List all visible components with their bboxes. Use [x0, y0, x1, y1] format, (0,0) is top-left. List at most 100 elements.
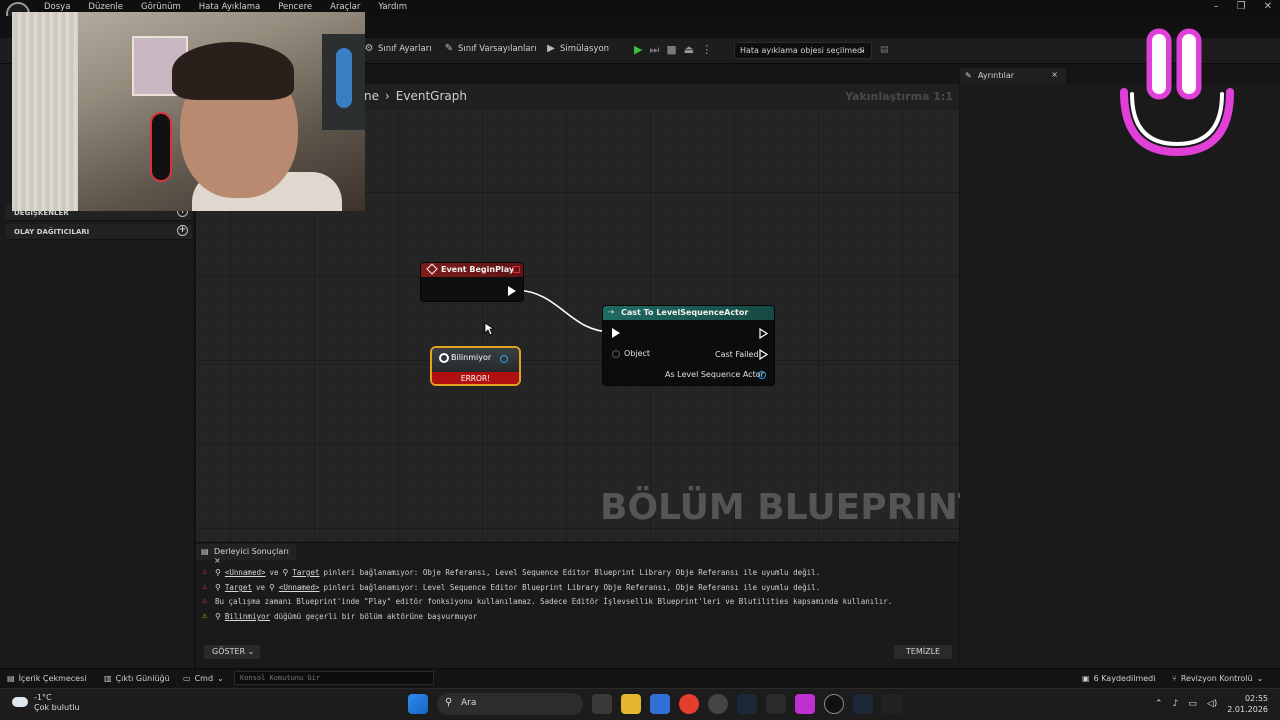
chevron-up-icon[interactable]: ⌃ [1155, 699, 1163, 709]
show-button[interactable]: GÖSTER ⌄ [204, 645, 260, 659]
compiler-results-tab[interactable]: ▤ Derleyici Sonuçları × [196, 544, 296, 565]
error-icon: ⚠ [202, 582, 208, 592]
close-icon[interactable]: × [1051, 70, 1058, 79]
message-link[interactable]: Bilinmiyor [225, 612, 270, 621]
node-title: Cast To LevelSequenceActor [621, 308, 749, 317]
delegate-pin-icon[interactable] [513, 266, 520, 273]
volume-icon[interactable]: ◁) [1207, 699, 1217, 709]
webcam-hair [172, 42, 294, 100]
search-icon: ⚲ [215, 612, 221, 621]
compiler-message[interactable]: ⚠ Bu çalışma zamanı Blueprint'inde "Play… [202, 596, 893, 607]
node-title: Bilinmiyor [451, 353, 492, 362]
node-event-beginplay[interactable]: Event BeginPlay [420, 262, 524, 302]
weather-widget[interactable]: -1°C Çok bulutlu [12, 693, 80, 713]
cmd-button[interactable]: ▭ Cmd ⌄ [183, 674, 224, 683]
search-icon: ⚲ [268, 583, 275, 592]
compiler-message[interactable]: ⚠ ⚲ Bilinmiyor düğümü geçerli bir bölüm … [202, 611, 477, 622]
cloud-icon [12, 697, 28, 707]
webcam-overlay [12, 12, 365, 211]
message-text: pinleri bağlanamıyor: Obje Referansı, Le… [323, 568, 821, 577]
clear-button[interactable]: TEMİZLE [894, 645, 952, 659]
temperature-label: -1°C [34, 693, 52, 702]
task-view-icon[interactable] [592, 694, 612, 714]
close-icon[interactable]: × [214, 556, 221, 565]
revision-control-button[interactable]: ⑂ Revizyon Kontrolü ⌄ [1172, 674, 1263, 683]
search-label: Ara [461, 698, 477, 708]
event-icon [426, 263, 438, 275]
compiler-results-label: Derleyici Sonuçları [214, 547, 289, 556]
content-drawer-button[interactable]: ▤ İçerik Çekmecesi [7, 674, 87, 683]
exec-out-pin[interactable] [759, 328, 769, 339]
compiler-message[interactable]: ⚠ ⚲ <Unnamed> ve ⚲ Target pinleri bağlan… [202, 568, 821, 578]
unsaved-icon: ▣ [1082, 674, 1090, 683]
chevron-down-icon: ⌄ [1256, 674, 1264, 683]
search-icon: ⚲ [215, 583, 221, 592]
weather-label: Çok bulutlu [34, 703, 80, 712]
unsaved-button[interactable]: ▣ 6 Kaydedilmedi [1082, 674, 1155, 683]
exec-out-pin[interactable] [508, 286, 516, 296]
cmd-icon: ▭ [183, 674, 191, 683]
search-icon: ⚲ [445, 697, 453, 708]
error-icon: ⚠ [202, 596, 208, 606]
taskbar-search[interactable]: ⚲ Ara [437, 693, 583, 715]
compiler-message[interactable]: ⚠ ⚲ Target ve ⚲ <Unnamed> pinleri bağlan… [202, 582, 821, 593]
output-pin[interactable] [500, 355, 508, 363]
message-link[interactable]: <Unnamed> [279, 583, 320, 592]
windows-start-icon[interactable] [408, 694, 428, 714]
details-icon: ✎ [965, 71, 972, 80]
store-icon[interactable] [650, 694, 670, 714]
object-pin-label: Object [624, 349, 651, 358]
app-icon[interactable] [795, 694, 815, 714]
epic-games-icon[interactable] [766, 694, 786, 714]
steam-icon[interactable] [737, 694, 757, 714]
snipping-icon[interactable] [882, 694, 902, 714]
chrome-icon[interactable] [679, 694, 699, 714]
console-command-input[interactable] [234, 671, 434, 685]
warning-icon: ⚠ [202, 611, 208, 621]
microphone-icon[interactable]: ♪ [1173, 699, 1179, 709]
message-link[interactable]: <Unnamed> [225, 568, 266, 577]
cast-icon: ⇢ [608, 308, 614, 316]
node-unknown-error[interactable]: Bilinmiyor ERROR! [430, 346, 521, 386]
node-cast-to-levelsequenceactor[interactable]: ⇢ Cast To LevelSequenceActor Object Cast… [602, 305, 775, 386]
results-icon: ▤ [201, 547, 209, 556]
file-explorer-icon[interactable] [621, 694, 641, 714]
cast-failed-pin[interactable] [759, 349, 769, 360]
exec-in-pin[interactable] [612, 328, 620, 338]
search-icon: ⚲ [215, 568, 221, 577]
message-text: Bu çalışma zamanı Blueprint'inde "Play" … [215, 597, 893, 606]
network-icon[interactable]: ▭ [1188, 699, 1197, 709]
as-level-sequence-actor-pin[interactable] [758, 371, 766, 379]
node-title: Event BeginPlay [441, 265, 515, 274]
error-banner: ERROR! [432, 372, 519, 384]
as-level-sequence-actor-label: As Level Sequence Actor [665, 370, 764, 379]
message-text: ve [269, 568, 279, 577]
message-link[interactable]: Target [225, 583, 252, 592]
steam-app-icon[interactable] [853, 694, 873, 714]
object-pin[interactable] [612, 350, 620, 358]
windows-taskbar: -1°C Çok bulutlu ⚲ Ara ⌃ ♪ ▭ ◁) 02:55 2.… [0, 688, 1280, 720]
node-body: Bilinmiyor [432, 348, 519, 372]
node-ring-icon [439, 353, 449, 363]
output-log-icon: ▥ [104, 674, 112, 683]
github-icon[interactable] [708, 694, 728, 714]
webcam-parrot-poster [322, 34, 365, 130]
show-button-label: GÖSTER [212, 647, 246, 656]
unreal-engine-icon[interactable] [824, 694, 844, 714]
details-tab[interactable]: ✎ Ayrıntılar × [960, 68, 1066, 84]
system-tray: ⌃ ♪ ▭ ◁) 02:55 2.01.2026 [1155, 693, 1268, 715]
clock[interactable]: 02:55 2.01.2026 [1227, 693, 1268, 715]
output-log-button[interactable]: ▥ Çıktı Günlüğü [104, 674, 170, 683]
search-icon: ⚲ [282, 568, 289, 577]
chevron-down-icon: ⌄ [217, 674, 224, 683]
smiley-overlay-icon [1120, 28, 1234, 156]
time-label: 02:55 [1244, 694, 1268, 703]
node-header: ⇢ Cast To LevelSequenceActor [603, 306, 774, 320]
output-log-label: Çıktı Günlüğü [115, 674, 170, 683]
webcam-headset [150, 112, 172, 182]
message-text: pinleri bağlanamıyor: Level Sequence Edi… [323, 583, 821, 592]
revision-label: Revizyon Kontrolü [1180, 674, 1253, 683]
message-link[interactable]: Target [292, 568, 319, 577]
content-drawer-icon: ▤ [7, 674, 15, 683]
taskbar-apps: ⚲ Ara [408, 693, 902, 715]
